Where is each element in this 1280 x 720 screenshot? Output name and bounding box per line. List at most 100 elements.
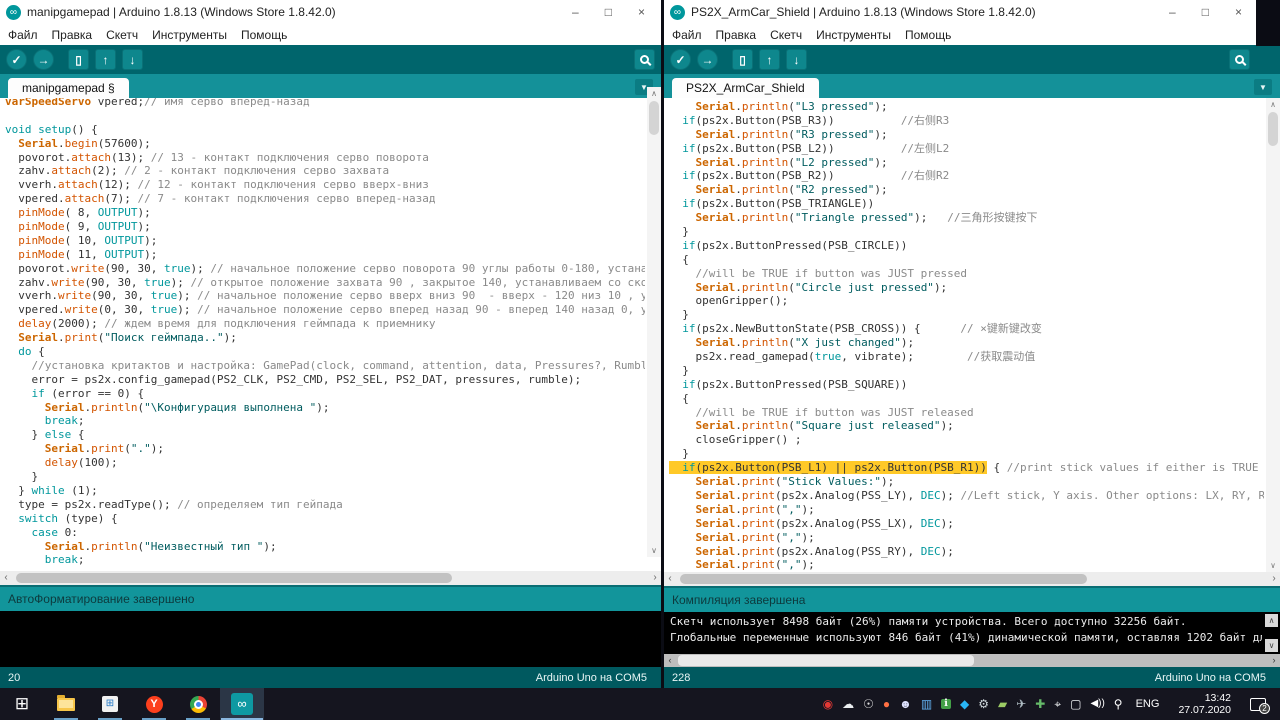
code-token: print	[741, 502, 775, 516]
editor-hscrollbar[interactable]: ‹ ›	[0, 571, 661, 585]
console-scroll-up-icon[interactable]: ∧	[1265, 614, 1278, 627]
console-scroll-down-icon[interactable]: ∨	[1265, 639, 1278, 652]
maximize-button[interactable]: □	[1202, 5, 1209, 19]
steam-icon[interactable]: ⚙	[978, 698, 989, 710]
scroll-right-icon[interactable]: ›	[1268, 572, 1280, 586]
editor-vscrollbar[interactable]: ∧ ∨	[1266, 98, 1280, 572]
menu-help[interactable]: Помощь	[905, 28, 951, 42]
menu-help[interactable]: Помощь	[241, 28, 287, 42]
scroll-up-icon[interactable]: ∧	[1266, 100, 1280, 109]
new-sketch-button[interactable]: ▯	[732, 49, 753, 70]
arduino-app-icon: ∞	[670, 4, 685, 20]
verify-button[interactable]: ✓	[6, 49, 27, 70]
cloud-upload-icon[interactable]: ☁	[842, 698, 854, 710]
code-line: pinMode( 11, OUTPUT);	[5, 248, 645, 262]
code-token: if	[682, 238, 696, 252]
network-icon[interactable]: ▢	[1070, 698, 1081, 710]
microphone-icon[interactable]: ⚲	[1114, 698, 1123, 710]
verify-button[interactable]: ✓	[670, 49, 691, 70]
scroll-down-icon[interactable]: ∨	[647, 546, 661, 555]
code-line: Serial.print(",");	[669, 558, 1264, 572]
minimize-button[interactable]: –	[1169, 5, 1176, 19]
hscroll-thumb[interactable]	[678, 655, 974, 666]
code-token: pinMode	[18, 220, 65, 234]
menu-tools[interactable]: Инструменты	[816, 28, 891, 42]
discord-icon[interactable]: ☻	[899, 698, 912, 710]
taskbar-clock[interactable]: 13:42 27.07.2020	[1172, 692, 1237, 716]
new-sketch-button[interactable]: ▯	[68, 49, 89, 70]
media-player-icon[interactable]: ●	[883, 698, 890, 710]
code-token: println	[741, 183, 789, 197]
scroll-up-icon[interactable]: ∧	[647, 89, 661, 98]
code-token: Serial	[695, 488, 736, 502]
record-icon[interactable]: ◉	[823, 698, 833, 710]
save-button[interactable]: ↓	[786, 49, 807, 70]
sketch-tab[interactable]: manipgamepad §	[8, 78, 129, 98]
upload-button[interactable]: →	[697, 49, 718, 70]
minimize-button[interactable]: –	[572, 5, 579, 19]
menu-file[interactable]: Файл	[8, 28, 38, 42]
scroll-left-icon[interactable]: ‹	[664, 654, 676, 667]
code-token: void	[5, 122, 32, 136]
code-token	[669, 461, 683, 475]
satellite-icon[interactable]: ⌖	[1054, 698, 1061, 710]
sketch-tab[interactable]: PS2X_ArmCar_Shield	[672, 78, 819, 98]
title-bar[interactable]: ∞ manipgamepad | Arduino 1.8.13 (Windows…	[0, 0, 661, 24]
taskbar-app-arduino[interactable]: ∞	[220, 688, 264, 720]
code-editor[interactable]: varSpeedServo vpered;// имя серво вперед…	[0, 98, 661, 571]
maximize-button[interactable]: □	[605, 5, 612, 19]
code-token: //右侧R2	[900, 169, 950, 183]
hscroll-thumb[interactable]	[680, 574, 1087, 584]
code-token: "Square just released"	[794, 419, 941, 433]
open-button[interactable]: ↑	[95, 49, 116, 70]
code-token: // начальное положение серво вверх вниз …	[197, 289, 645, 303]
menu-sketch[interactable]: Скетч	[770, 28, 802, 42]
start-button[interactable]: ⊞	[0, 688, 44, 720]
title-bar[interactable]: ∞ PS2X_ArmCar_Shield | Arduino 1.8.13 (W…	[664, 0, 1280, 24]
vscroll-thumb[interactable]	[1268, 112, 1278, 146]
stats-icon[interactable]: ▥	[921, 698, 932, 710]
scroll-left-icon[interactable]: ‹	[0, 571, 12, 585]
account-icon[interactable]: ☉	[863, 698, 874, 710]
scroll-right-icon[interactable]: ›	[649, 571, 661, 585]
upload-button[interactable]: →	[33, 49, 54, 70]
serial-monitor-button[interactable]	[634, 49, 655, 70]
notification-center-icon[interactable]: 2	[1250, 697, 1270, 714]
scroll-down-icon[interactable]: ∨	[1266, 561, 1280, 570]
hscroll-thumb[interactable]	[16, 573, 453, 583]
taskbar-app-chrome[interactable]	[176, 688, 220, 720]
menu-tools[interactable]: Инструменты	[152, 28, 227, 42]
code-token: );	[900, 336, 915, 350]
tab-list-dropdown[interactable]: ▼	[1254, 79, 1272, 95]
serial-monitor-button[interactable]	[1229, 49, 1250, 70]
menu-sketch[interactable]: Скетч	[106, 28, 138, 42]
code-token: type = ps2x.readType();	[5, 497, 178, 511]
editor-vscrollbar[interactable]: ∧ ∨	[647, 87, 661, 557]
taskbar-app-yandex[interactable]: Y	[132, 688, 176, 720]
code-token: (ps2x.Button(PSB_TRIANGLE))	[695, 197, 875, 211]
scroll-right-icon[interactable]: ›	[1268, 654, 1280, 667]
info-icon[interactable]: ℹ	[941, 699, 951, 709]
taskbar-app-store[interactable]: ⊞	[88, 688, 132, 720]
code-editor[interactable]: ∧ ∨ Serial.println("L3 pressed"); if(ps2…	[664, 98, 1280, 572]
shield-icon[interactable]: ◆	[960, 698, 969, 710]
editor-hscrollbar[interactable]: ‹ ›	[664, 572, 1280, 586]
menu-edit[interactable]: Правка	[52, 28, 93, 42]
close-button[interactable]: ×	[638, 5, 645, 19]
menu-file[interactable]: Файл	[672, 28, 702, 42]
green-folder-icon[interactable]: ▰	[998, 698, 1007, 710]
open-button[interactable]: ↑	[759, 49, 780, 70]
console-hscrollbar[interactable]: ‹ ›	[664, 654, 1280, 667]
plane-icon[interactable]: ✈	[1016, 698, 1026, 710]
menu-edit[interactable]: Правка	[716, 28, 757, 42]
close-button[interactable]: ×	[1235, 5, 1242, 19]
defender-icon[interactable]: ✚	[1035, 698, 1045, 710]
volume-icon[interactable]: ◀))	[1090, 699, 1104, 709]
vscroll-thumb[interactable]	[649, 101, 659, 135]
taskbar-app-file-explorer[interactable]	[44, 688, 88, 720]
scroll-left-icon[interactable]: ‹	[664, 572, 676, 586]
language-indicator[interactable]: ENG	[1132, 698, 1164, 710]
system-tray: ◉ ☁ ☉ ● ☻ ▥ ℹ ◆ ⚙ ▰ ✈ ✚ ⌖ ▢ ◀)) ⚲ ENG 13…	[823, 688, 1280, 720]
save-button[interactable]: ↓	[122, 49, 143, 70]
